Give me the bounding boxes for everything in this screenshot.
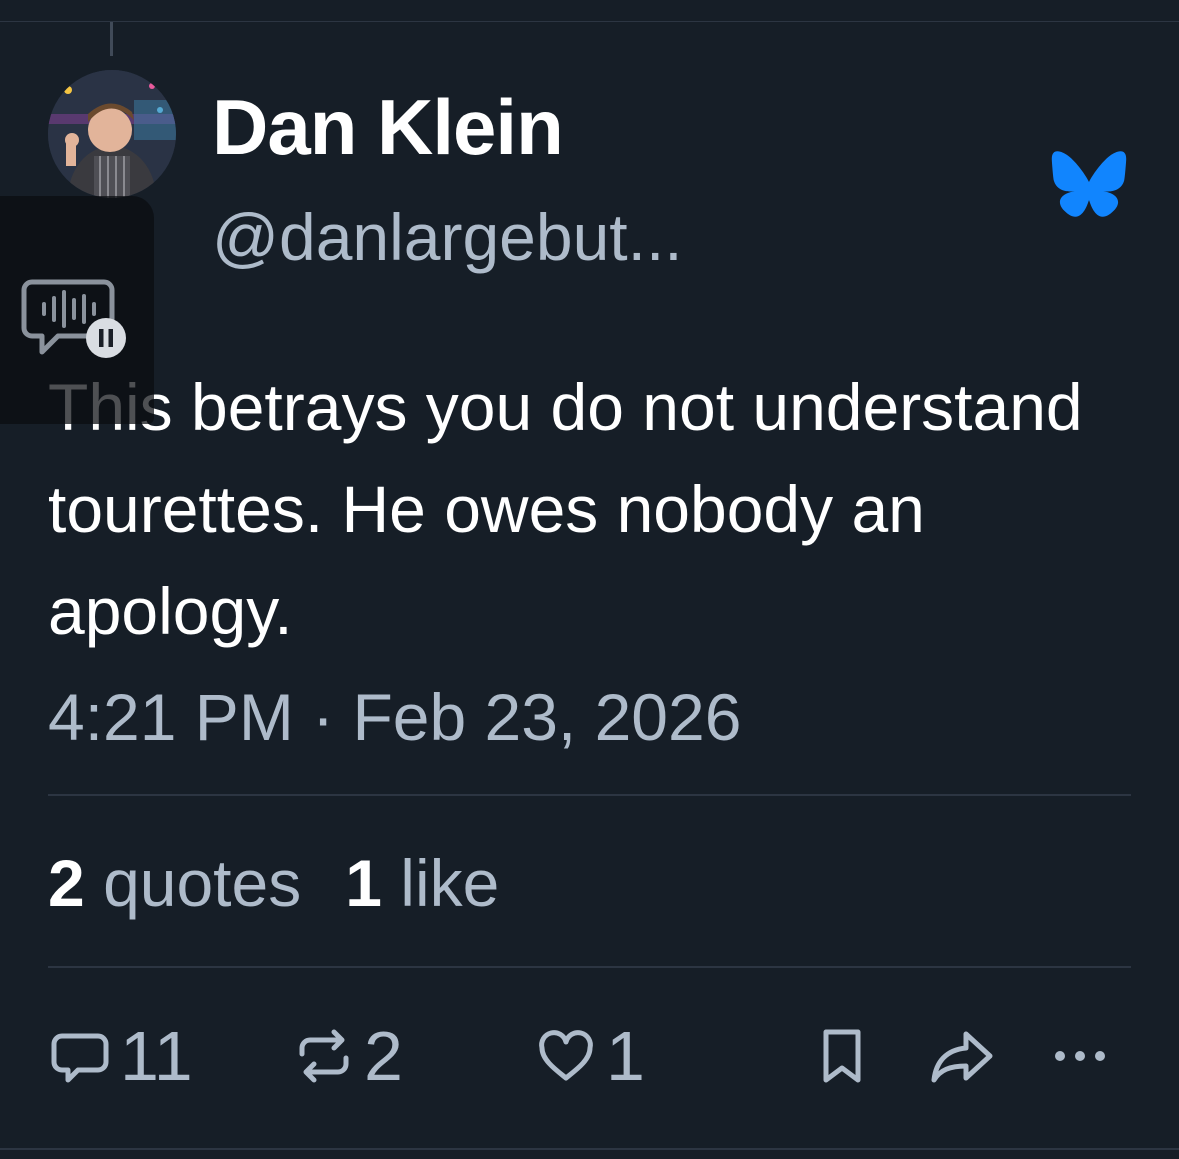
- heart-icon: [539, 1030, 593, 1081]
- reply-button[interactable]: 11: [48, 1018, 193, 1094]
- reply-bubble-icon: [51, 1033, 109, 1083]
- more-options-button[interactable]: [1048, 1018, 1112, 1094]
- quotes-label: quotes: [103, 846, 302, 920]
- avatar-photo: [48, 70, 176, 198]
- more-dots-icon: [1055, 1051, 1105, 1061]
- avatar[interactable]: [48, 70, 176, 198]
- likes-stat[interactable]: 1 like: [345, 850, 499, 916]
- likes-label: like: [400, 846, 500, 920]
- quotes-count: 2: [48, 846, 85, 920]
- reply-count: 11: [120, 1017, 193, 1095]
- divider: [48, 794, 1131, 796]
- like-button[interactable]: 1: [534, 1018, 645, 1094]
- quotes-stat[interactable]: 2 quotes: [48, 850, 301, 916]
- likes-count: 1: [345, 846, 382, 920]
- engagement-stats: 2 quotes 1 like: [48, 850, 499, 916]
- bookmark-icon: [823, 1029, 861, 1083]
- voice-wave-pause-icon[interactable]: [18, 278, 130, 362]
- author-handle[interactable]: @danlargebut...: [212, 204, 683, 270]
- like-count: 1: [606, 1017, 645, 1095]
- action-bar: 11 2 1: [48, 1018, 1131, 1094]
- post-text: This betrays you do not understand toure…: [48, 370, 1083, 648]
- repost-button[interactable]: 2: [292, 1018, 403, 1094]
- bookmark-button[interactable]: [814, 1018, 870, 1094]
- share-arrow-icon: [931, 1031, 993, 1083]
- butterfly-icon: [1050, 150, 1128, 218]
- author-display-name[interactable]: Dan Klein: [212, 88, 564, 166]
- repost-icon: [299, 1029, 349, 1083]
- repost-count: 2: [364, 1017, 403, 1095]
- top-divider: [0, 21, 1179, 22]
- share-button[interactable]: [928, 1018, 996, 1094]
- divider: [48, 966, 1131, 968]
- bottom-divider: [0, 1148, 1179, 1150]
- post-timestamp[interactable]: 4:21 PM · Feb 23, 2026: [48, 684, 741, 750]
- thread-connector-line: [110, 22, 113, 56]
